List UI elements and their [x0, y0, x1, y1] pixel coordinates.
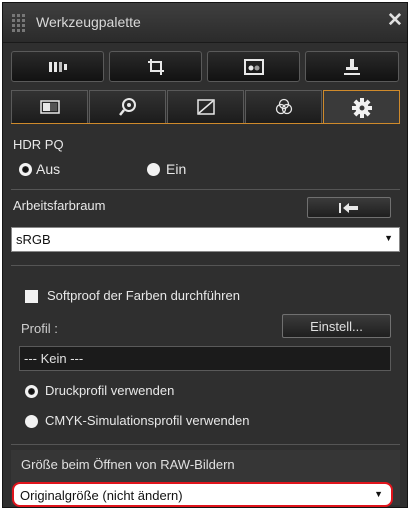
softproof-label[interactable]: Softproof der Farben durchführen — [47, 288, 240, 303]
reset-arrow-icon — [339, 202, 358, 213]
stamp-button[interactable] — [305, 51, 399, 82]
hdr-on-label[interactable]: Ein — [166, 161, 186, 177]
tab-detail[interactable] — [89, 90, 166, 123]
hdr-off-label[interactable]: Aus — [36, 161, 60, 177]
basic-adjust-icon — [48, 61, 67, 72]
profile-settings-button[interactable]: Einstell... — [282, 314, 391, 338]
window-title: Werkzeugpalette — [36, 14, 141, 30]
divider — [11, 265, 400, 266]
softproof-checkbox[interactable] — [25, 290, 38, 303]
color-circles-icon — [275, 98, 292, 115]
workspace-select[interactable]: sRGB ▼ — [11, 227, 400, 252]
divider — [11, 444, 400, 445]
tool-palette-window: Werkzeugpalette ✕ HDR PQ Aus Ein Arbeits… — [2, 2, 408, 508]
hdr-on-radio[interactable] — [147, 163, 160, 176]
tab-tone[interactable] — [11, 90, 88, 123]
magnifier-icon — [118, 98, 136, 116]
hdr-off-radio[interactable] — [19, 163, 32, 176]
cmyk-profile-radio[interactable] — [25, 415, 38, 428]
raw-size-select[interactable]: Originalgröße (nicht ändern) ▼ — [12, 482, 393, 507]
tone-curve-icon — [196, 99, 215, 115]
workspace-heading: Arbeitsfarbraum — [13, 198, 106, 213]
divider — [11, 189, 400, 190]
workspace-select-value: sRGB — [16, 232, 51, 247]
raw-size-select-value: Originalgröße (nicht ändern) — [20, 488, 183, 503]
raw-size-heading: Größe beim Öffnen von RAW-Bildern — [21, 457, 235, 472]
image-button[interactable] — [207, 51, 300, 82]
tab-color[interactable] — [245, 90, 322, 123]
reset-button[interactable] — [307, 197, 391, 218]
hdr-pq-heading: HDR PQ — [13, 137, 64, 152]
tone-icon — [39, 100, 60, 114]
chevron-down-icon: ▼ — [384, 233, 393, 243]
drag-grip-icon[interactable] — [12, 14, 26, 32]
tab-settings[interactable] — [323, 90, 400, 124]
basic-adjust-button[interactable] — [11, 51, 104, 82]
profile-field-value: --- Kein --- — [24, 351, 84, 366]
profile-field: --- Kein --- — [19, 346, 391, 371]
image-icon — [243, 58, 264, 75]
print-profile-label[interactable]: Druckprofil verwenden — [45, 383, 174, 398]
close-icon[interactable]: ✕ — [387, 11, 403, 31]
crop-icon — [147, 58, 164, 75]
gear-icon — [351, 97, 372, 118]
tab-curve[interactable] — [167, 90, 244, 123]
cmyk-profile-label[interactable]: CMYK-Simulationsprofil verwenden — [45, 413, 249, 428]
stamp-icon — [344, 58, 360, 75]
print-profile-radio[interactable] — [25, 385, 38, 398]
title-bar[interactable]: Werkzeugpalette ✕ — [3, 3, 407, 43]
chevron-down-icon: ▼ — [374, 489, 383, 499]
crop-button[interactable] — [109, 51, 202, 82]
profile-label: Profil : — [21, 321, 58, 336]
tab-underline — [11, 123, 400, 124]
